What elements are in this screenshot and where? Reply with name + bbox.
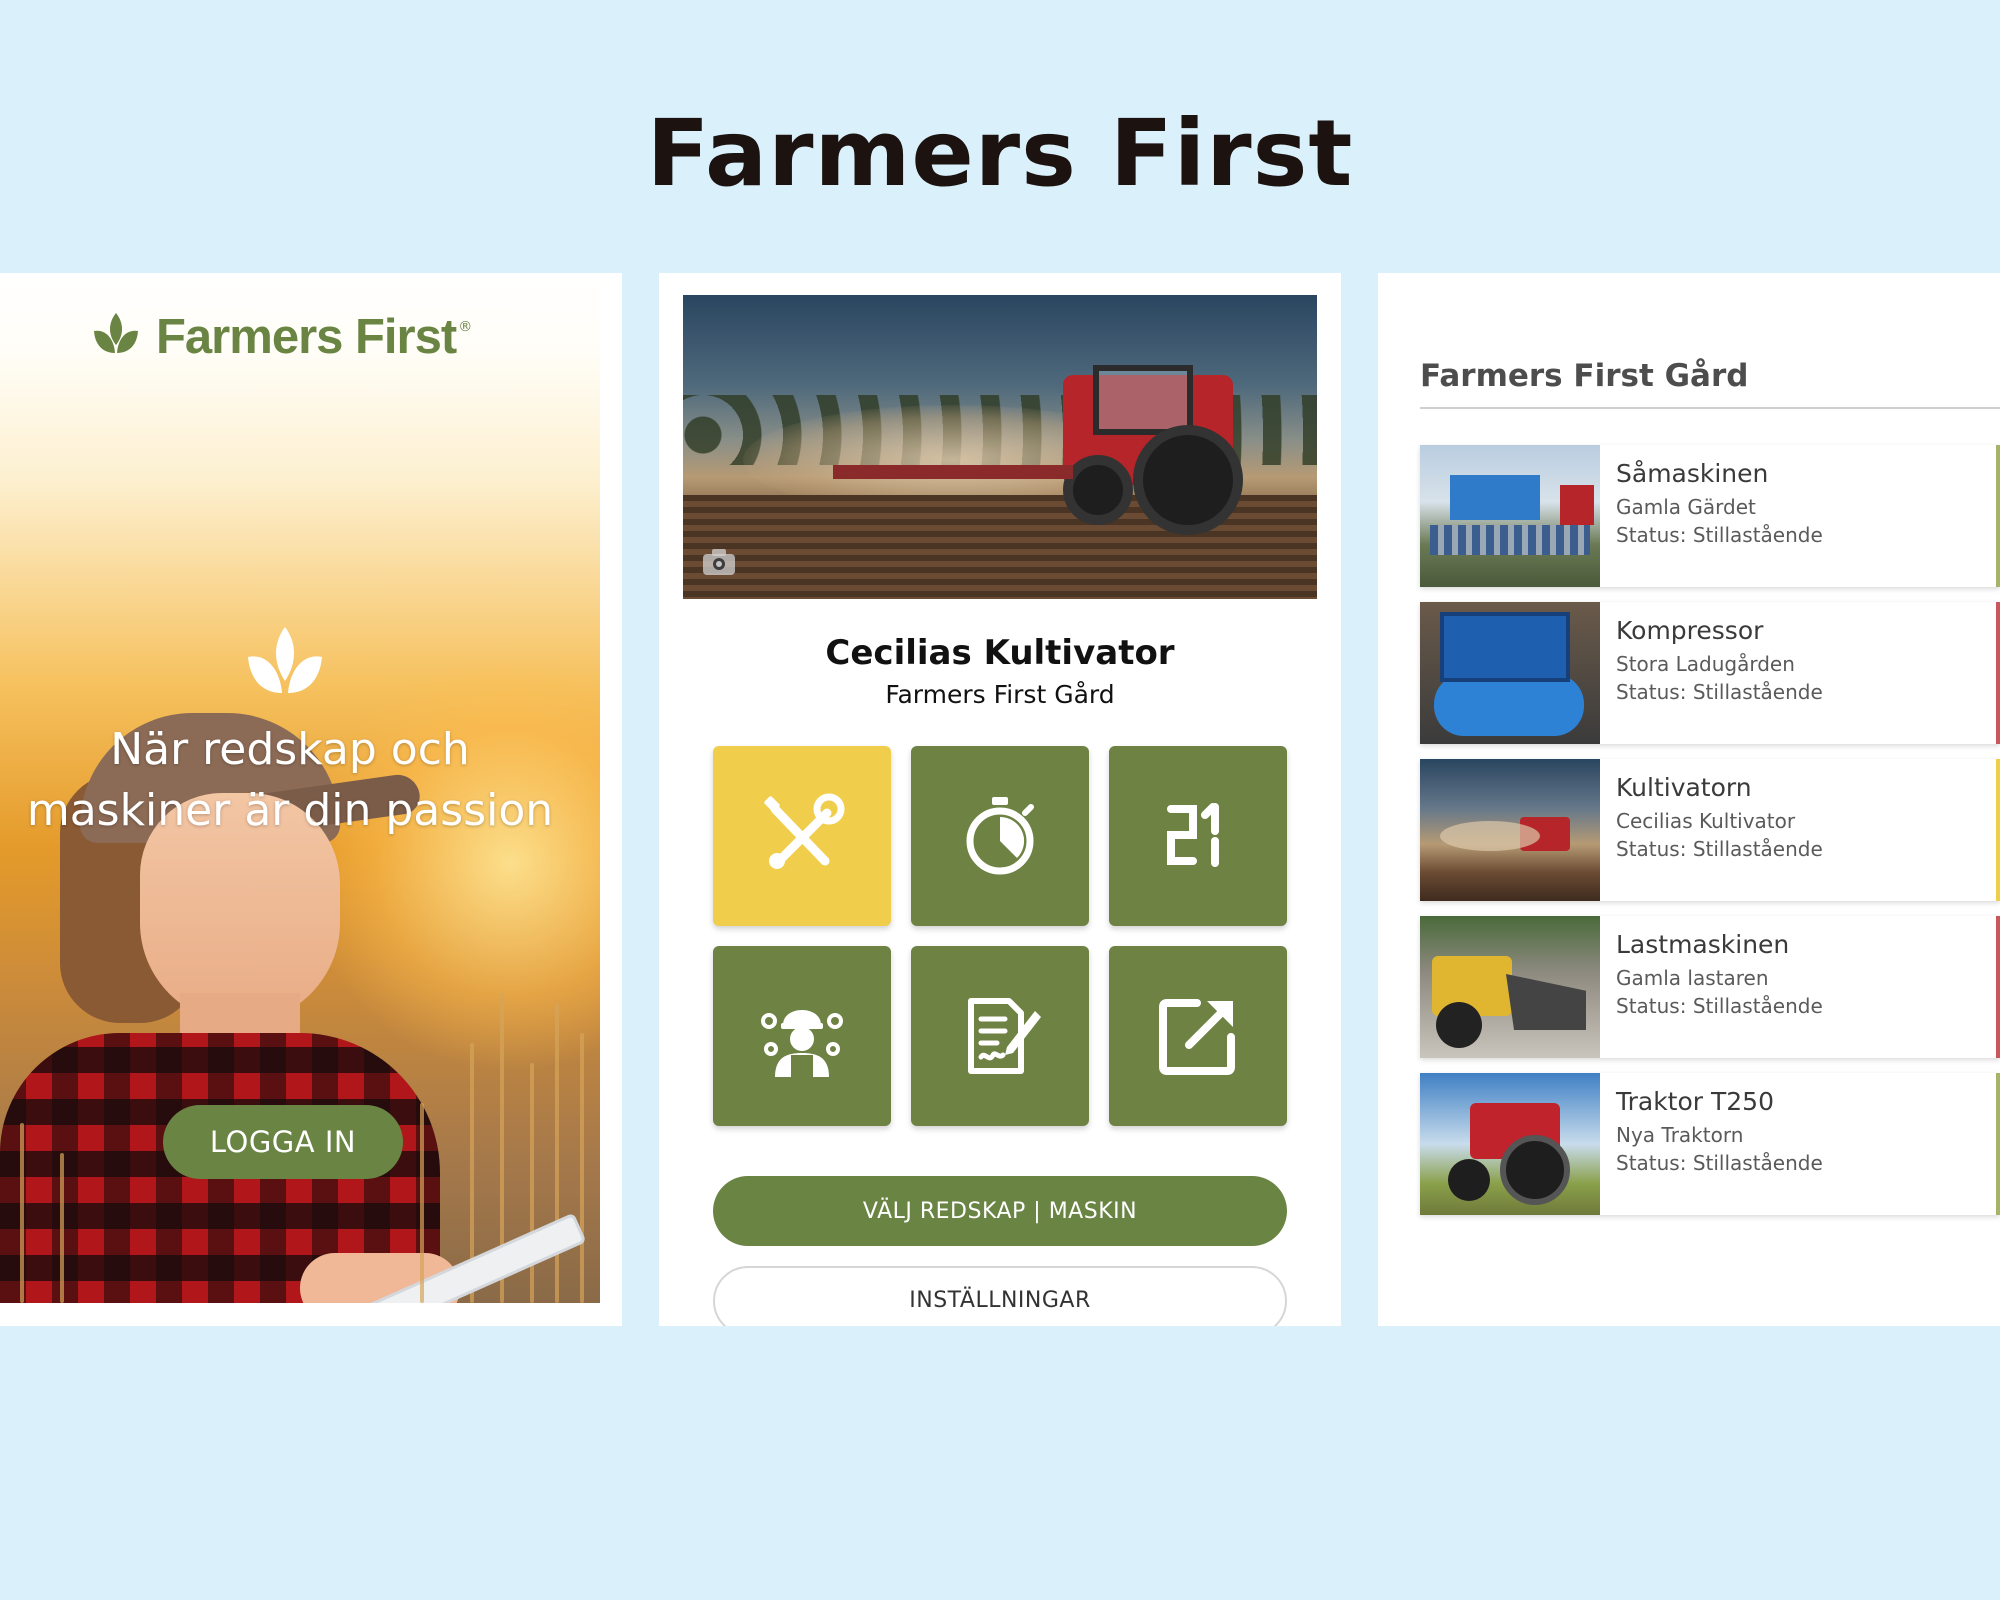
machine-photo xyxy=(683,295,1317,599)
farmers-first-logo: Farmers First ® xyxy=(88,309,472,365)
document-edit-icon xyxy=(968,998,1041,1074)
seeder-thumbnail xyxy=(1420,445,1600,587)
tagline-line-1: När redskap och xyxy=(110,724,470,775)
settings-button[interactable]: INSTÄLLNINGAR xyxy=(713,1266,1287,1326)
machine-name: Lastmaskinen xyxy=(1616,930,1790,959)
status-stripe xyxy=(1996,759,2000,901)
external-link-icon xyxy=(1159,999,1235,1075)
leaf-logo-icon xyxy=(94,313,138,353)
machine-location: Stora Ladugården xyxy=(1616,652,1795,676)
login-button[interactable]: LOGGA IN xyxy=(163,1105,403,1179)
machine-detail-screen: Cecilias Kultivator Farmers First Gård V… xyxy=(659,273,1341,1326)
login-screen: Farmers First ® När redskap och maskiner… xyxy=(0,273,622,1326)
compressor-thumbnail xyxy=(1420,602,1600,744)
service-tile[interactable] xyxy=(713,746,891,926)
machine-list-screen: Farmers First Gård Såmaskinen Gamla Gärd… xyxy=(1378,273,2000,1326)
machine-status: Status: Stillastående xyxy=(1616,523,1823,547)
status-stripe xyxy=(1996,916,2000,1058)
machine-name: Såmaskinen xyxy=(1616,459,1769,488)
loader-thumbnail xyxy=(1420,916,1600,1058)
machine-status: Status: Stillastående xyxy=(1616,837,1823,861)
tractor-thumbnail xyxy=(1420,1073,1600,1215)
white-leaf-icon xyxy=(248,627,322,693)
machine-location: Gamla lastaren xyxy=(1616,966,1769,990)
status-stripe xyxy=(1996,602,2000,744)
title-divider xyxy=(1420,407,2000,409)
farm-title: Farmers First Gård xyxy=(1420,358,1749,394)
machine-location: Cecilias Kultivator xyxy=(1616,809,1796,833)
machine-list-item[interactable]: Kultivatorn Cecilias Kultivator Status: … xyxy=(1420,759,2000,901)
timer-tile[interactable] xyxy=(911,746,1089,926)
wrench-screwdriver-icon xyxy=(764,793,845,869)
status-stripe xyxy=(1996,1073,2000,1215)
machine-status: Status: Stillastående xyxy=(1616,994,1823,1018)
machine-name: Kompressor xyxy=(1616,616,1764,645)
stopwatch-icon xyxy=(966,797,1034,875)
machine-name: Cecilias Kultivator xyxy=(825,633,1175,673)
machine-location: Gamla Gärdet xyxy=(1616,495,1756,519)
farm-name: Farmers First Gård xyxy=(885,680,1115,709)
digital-21-icon xyxy=(1167,803,1219,867)
machine-status: Status: Stillastående xyxy=(1616,1151,1823,1175)
open-link-tile[interactable] xyxy=(1109,946,1287,1126)
machine-list-item[interactable]: Lastmaskinen Gamla lastaren Status: Stil… xyxy=(1420,916,2000,1058)
machine-name: Kultivatorn xyxy=(1616,773,1752,802)
machine-list-item[interactable]: Traktor T250 Nya Traktorn Status: Stilla… xyxy=(1420,1073,2000,1215)
notes-tile[interactable] xyxy=(911,946,1089,1126)
logo-text: Farmers First xyxy=(156,310,457,364)
cultivator-thumbnail xyxy=(1420,759,1600,901)
page-title: Farmers First xyxy=(646,100,1354,207)
tagline: När redskap och maskiner är din passion xyxy=(0,719,580,841)
machine-status: Status: Stillastående xyxy=(1616,680,1823,704)
camera-icon[interactable] xyxy=(701,547,737,577)
machine-location: Nya Traktorn xyxy=(1616,1123,1744,1147)
trademark-symbol: ® xyxy=(458,319,473,335)
machine-list-item[interactable]: Såmaskinen Gamla Gärdet Status: Stillast… xyxy=(1420,445,2000,587)
status-stripe xyxy=(1996,445,2000,587)
machine-name: Traktor T250 xyxy=(1616,1087,1774,1116)
tagline-line-2: maskiner är din passion xyxy=(26,785,554,836)
machine-list-item[interactable]: Kompressor Stora Ladugården Status: Stil… xyxy=(1420,602,2000,744)
select-machine-button[interactable]: VÄLJ REDSKAP | MASKIN xyxy=(713,1176,1287,1246)
mechanic-icon xyxy=(761,1010,843,1077)
mechanic-tile[interactable] xyxy=(713,946,891,1126)
counter-tile[interactable] xyxy=(1109,746,1287,926)
